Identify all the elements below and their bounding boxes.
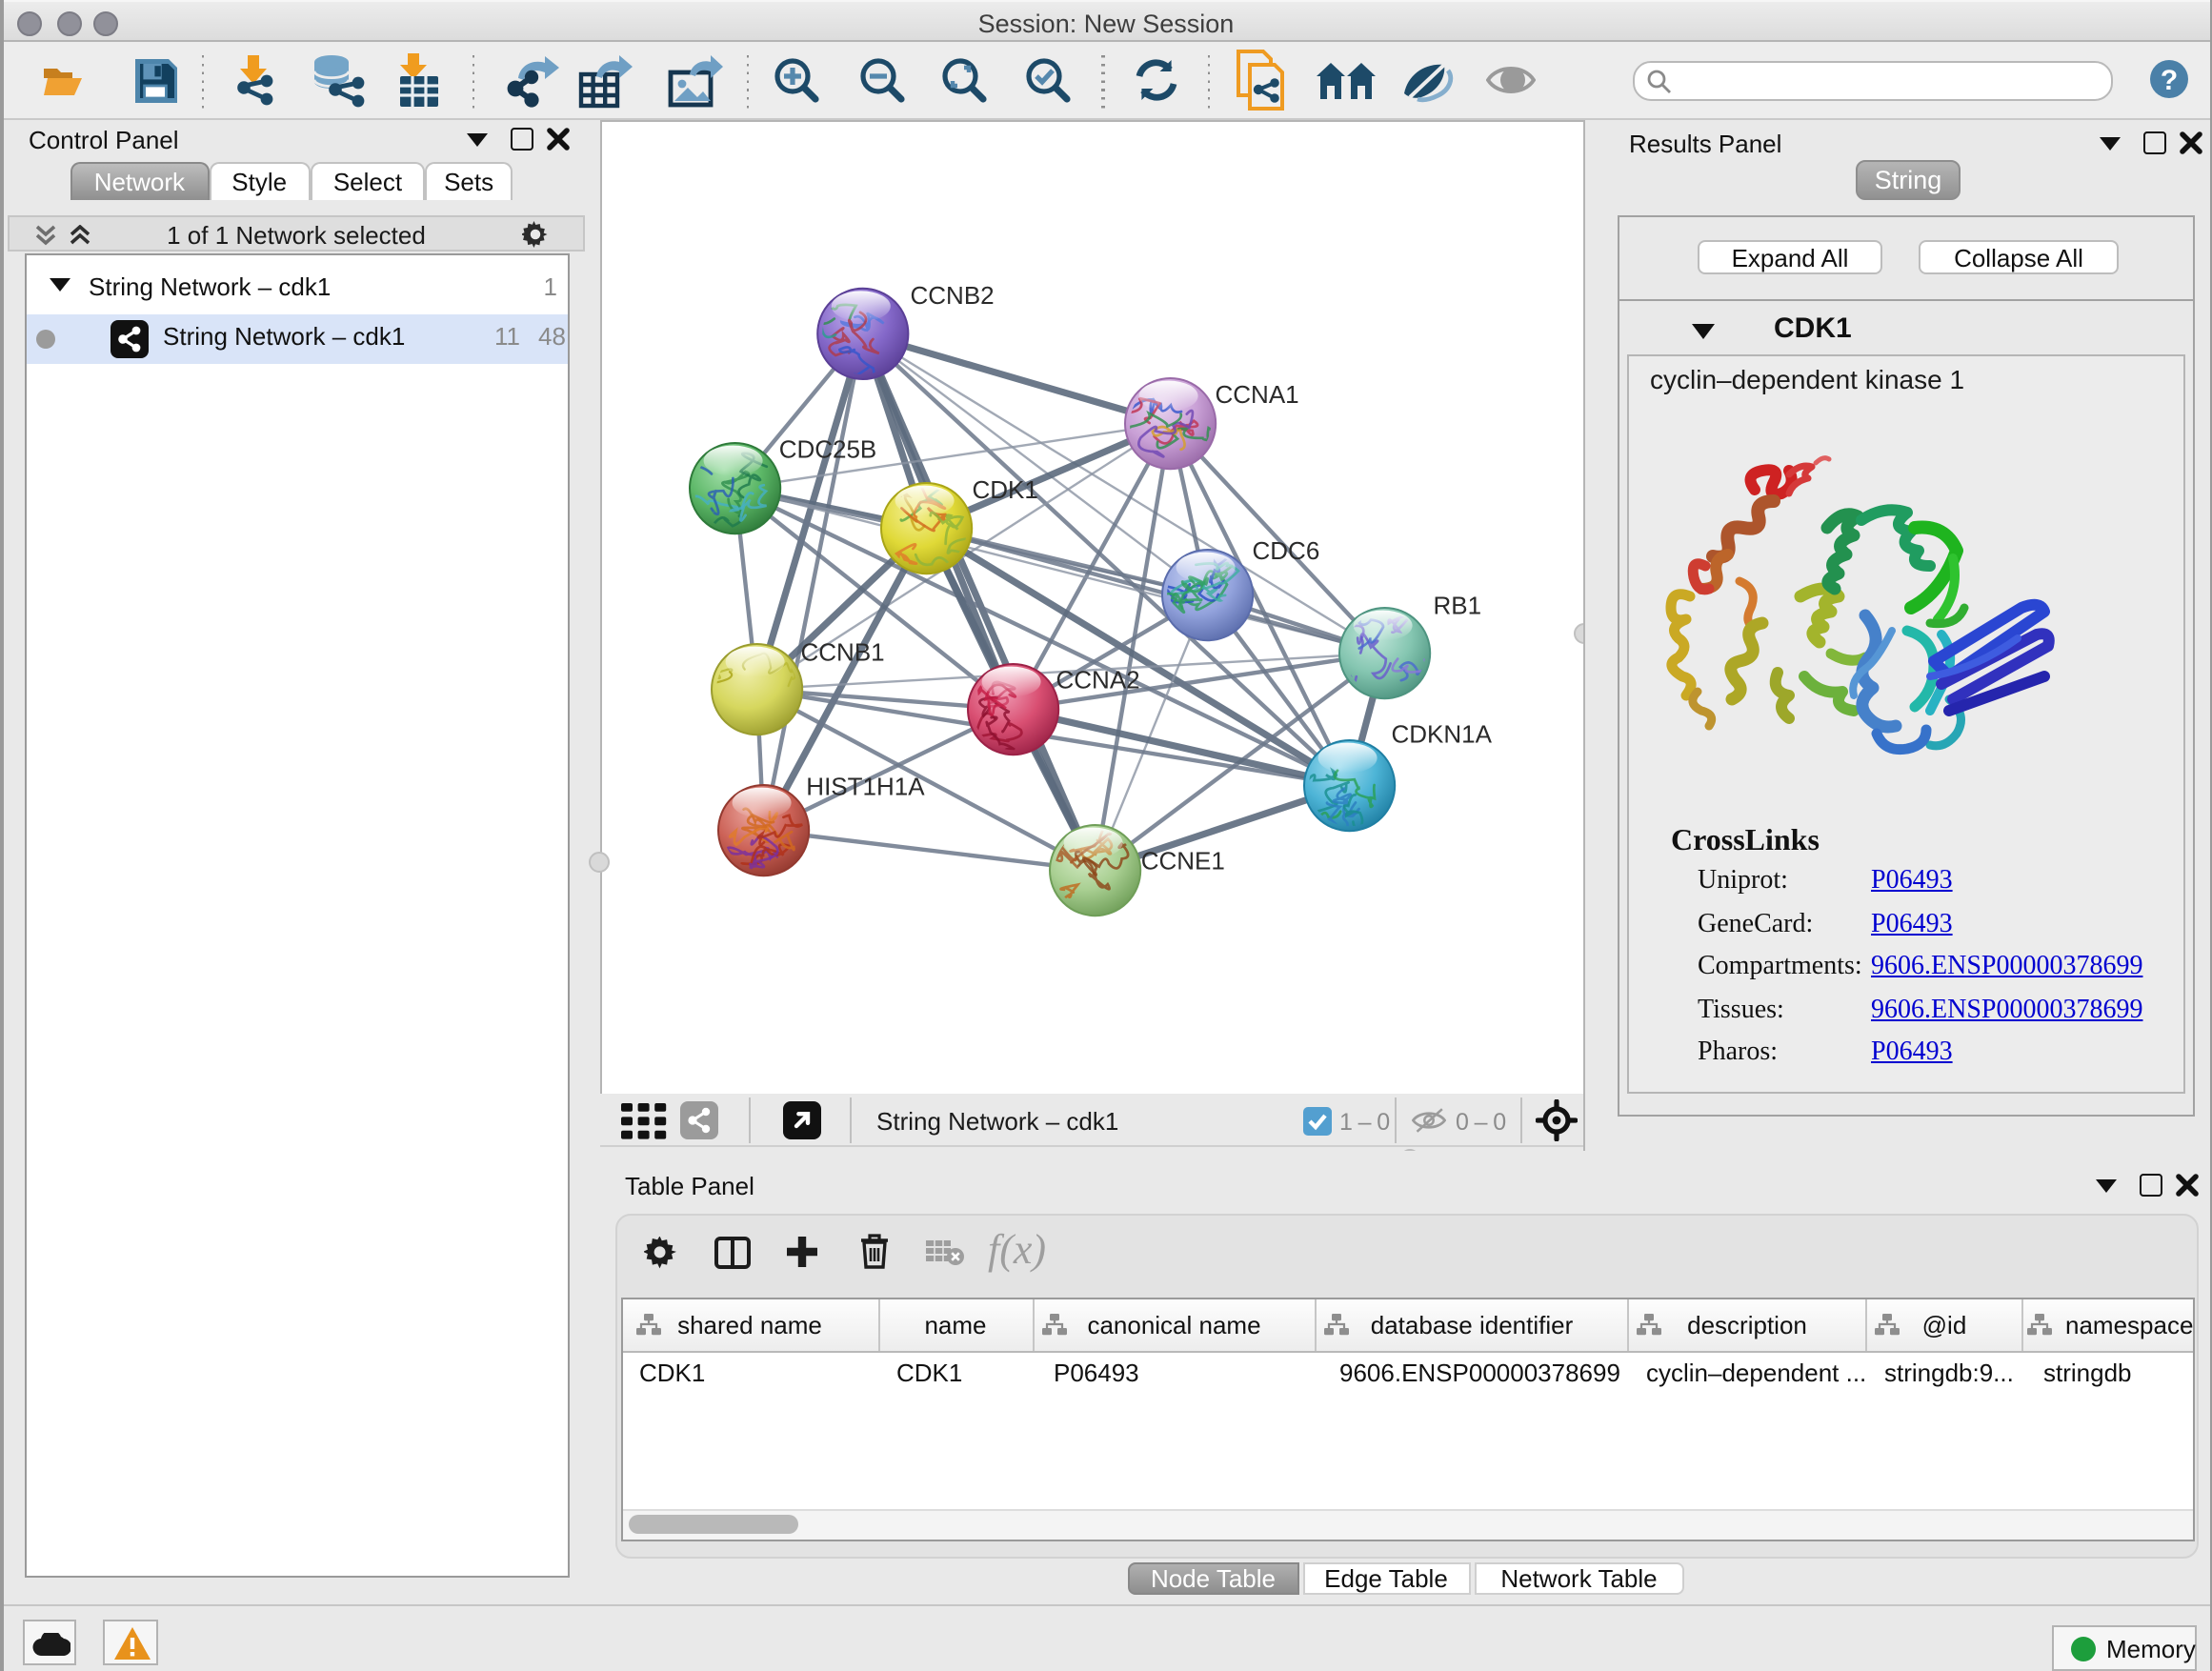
svg-text:CCNB2: CCNB2: [911, 281, 995, 310]
svg-text:CCNE1: CCNE1: [1141, 846, 1225, 875]
svg-text:?: ?: [2161, 65, 2178, 96]
svg-text:CDC25B: CDC25B: [779, 435, 877, 464]
svg-text:CDC6: CDC6: [1253, 536, 1320, 565]
svg-text:HIST1H1A: HIST1H1A: [806, 773, 925, 801]
svg-text:CDKN1A: CDKN1A: [1392, 720, 1493, 749]
svg-text:CCNB1: CCNB1: [801, 638, 885, 667]
svg-text:RB1: RB1: [1434, 592, 1482, 620]
svg-text:CCNA2: CCNA2: [1056, 666, 1140, 695]
svg-text:CCNA1: CCNA1: [1216, 380, 1299, 409]
svg-text:CDK1: CDK1: [973, 475, 1038, 504]
